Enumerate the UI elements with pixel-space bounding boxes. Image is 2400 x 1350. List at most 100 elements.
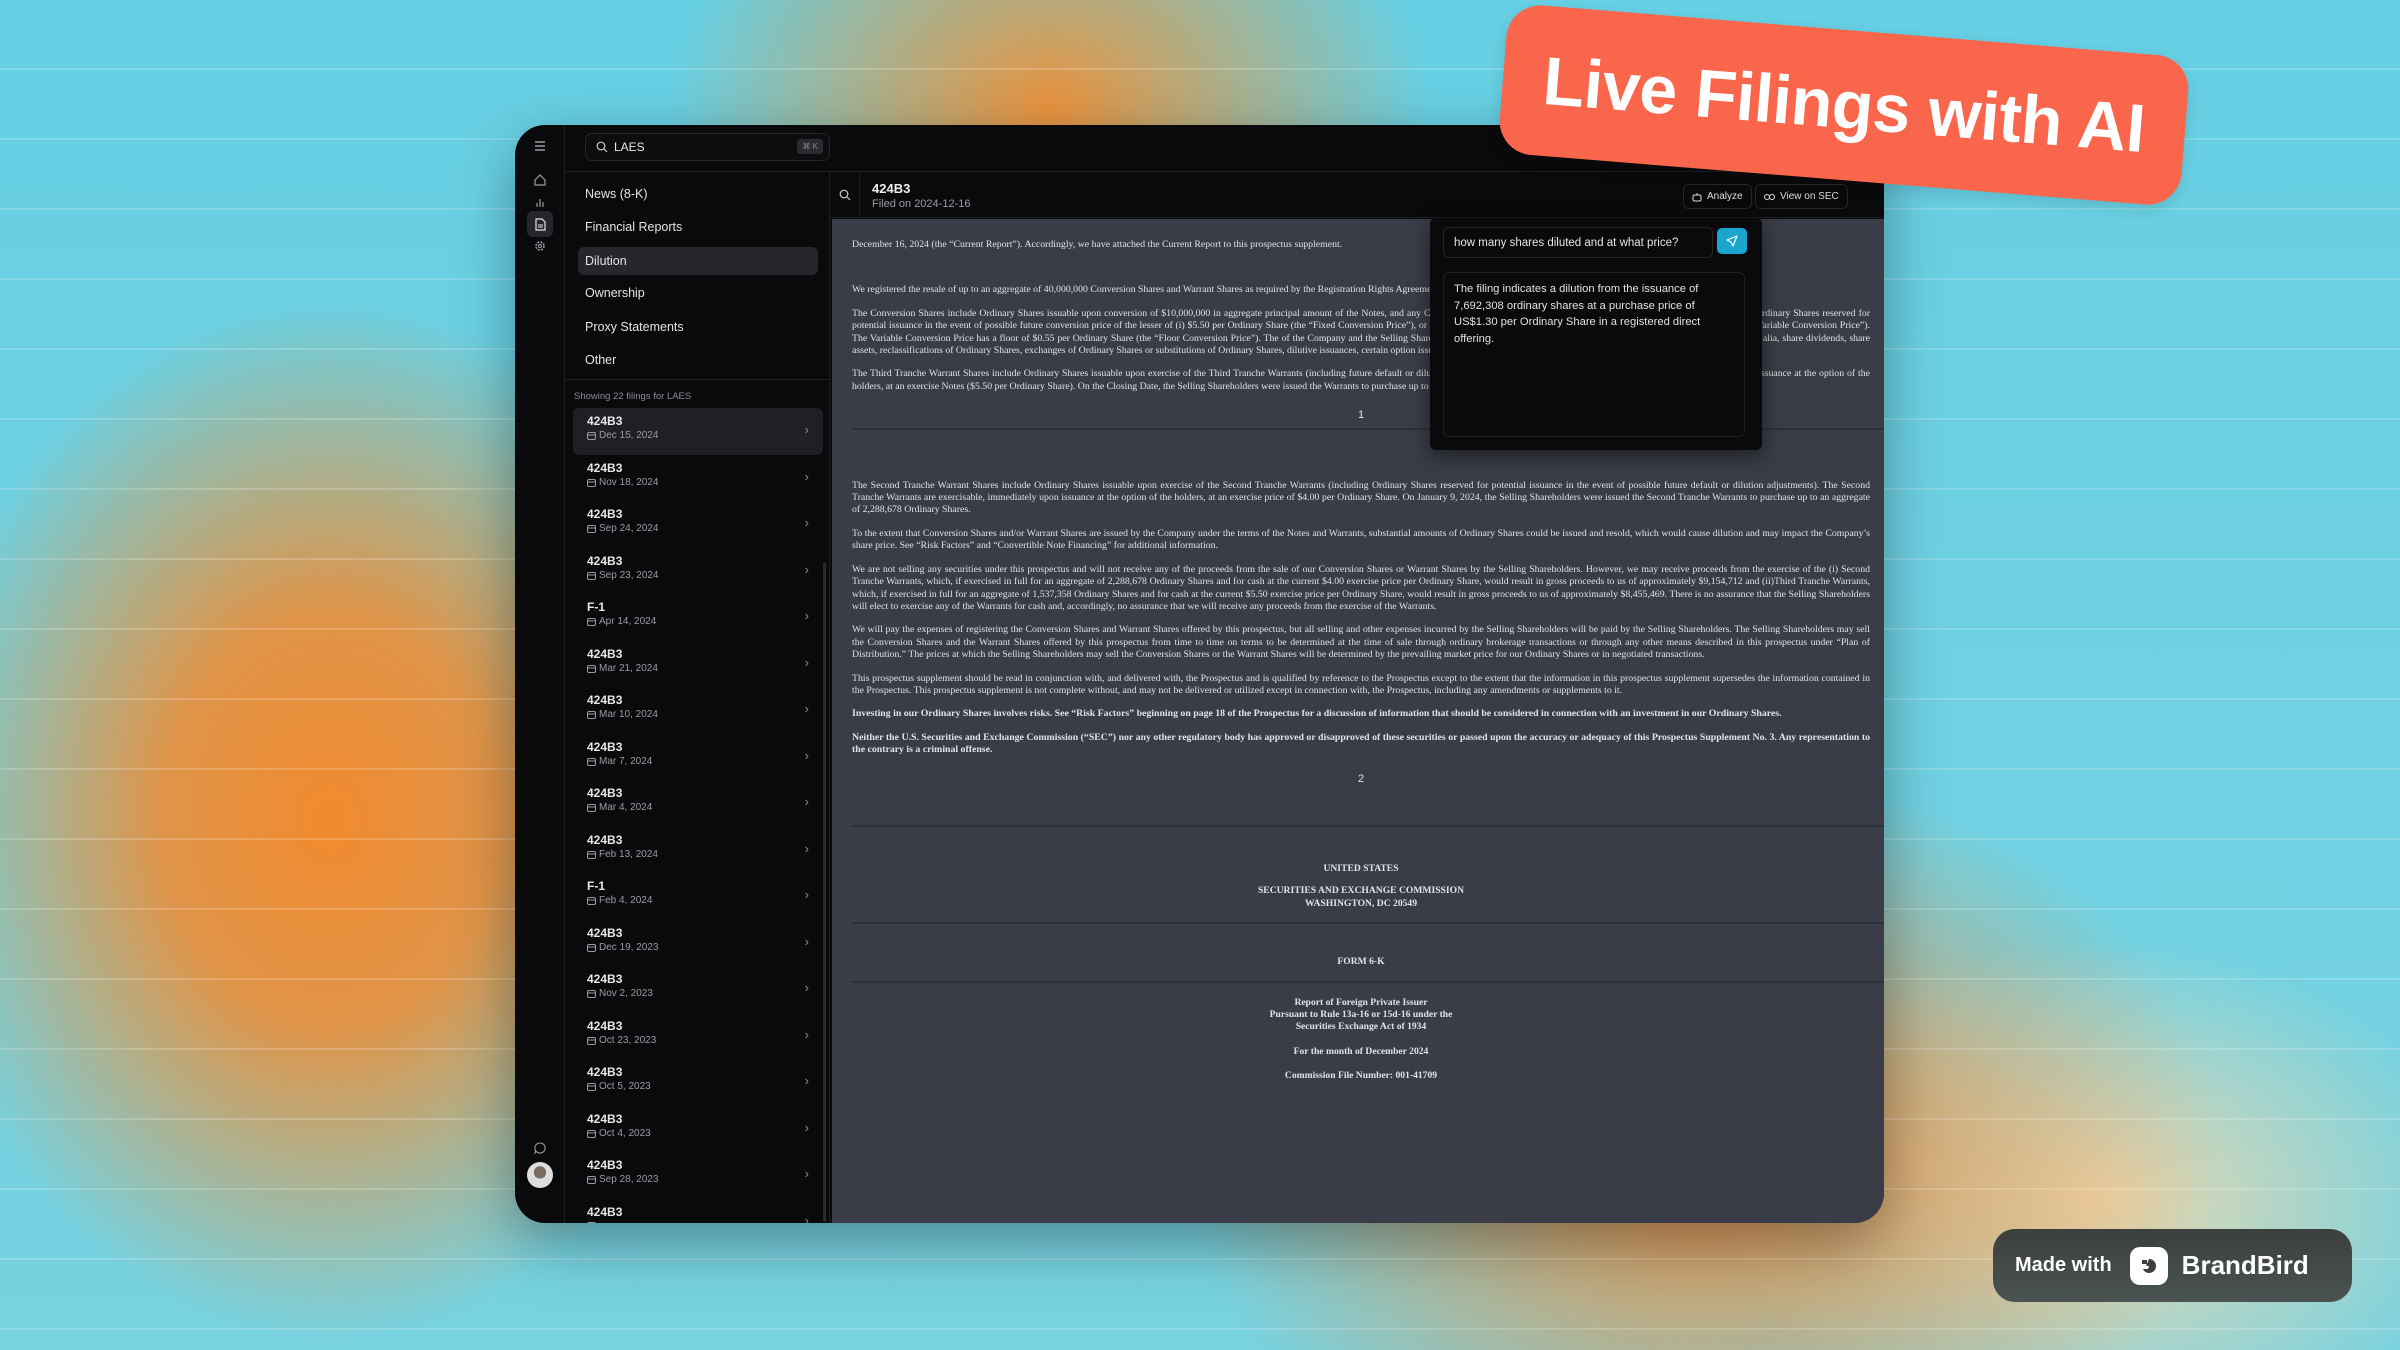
gear-icon[interactable] xyxy=(527,233,553,259)
calendar-icon xyxy=(587,943,596,952)
chevron-right-icon: › xyxy=(804,794,809,809)
doc-paragraph: To the extent that Conversion Shares and… xyxy=(852,527,1870,552)
filing-item[interactable]: 424B3 Mar 10, 2024 › xyxy=(573,687,823,734)
filing-type: 424B3 xyxy=(587,507,623,521)
view-on-sec-button[interactable]: View on SEC xyxy=(1755,184,1848,209)
filing-date-row: Mar 21, 2024 xyxy=(587,663,823,674)
filing-item[interactable]: F-1 Apr 14, 2024 › xyxy=(573,594,823,641)
cover-form: FORM 6-K xyxy=(1337,956,1385,968)
filing-item[interactable]: 424B3 Mar 4, 2024 › xyxy=(573,780,823,827)
brandbird-logo-icon xyxy=(2129,1246,2168,1285)
chevron-right-icon: › xyxy=(804,701,809,716)
nav-item-other[interactable]: Other xyxy=(578,346,818,374)
chevron-right-icon: › xyxy=(804,468,809,484)
send-button[interactable] xyxy=(1717,228,1747,254)
search-icon xyxy=(596,141,608,153)
chevron-right-icon: › xyxy=(804,840,809,856)
doc-paragraph: The Second Tranche Warrant Shares includ… xyxy=(852,479,1870,516)
cover-report: Securities Exchange Act of 1934 xyxy=(1295,1021,1427,1033)
filing-item[interactable]: 424B3 Nov 2, 2023 › xyxy=(573,966,823,1013)
nav-item-proxy-statements[interactable]: Proxy Statements xyxy=(578,313,818,341)
filing-item[interactable]: 424B3 Sep 28, 2023 › xyxy=(573,1152,823,1199)
filing-date: Sep 23, 2024 xyxy=(599,569,659,581)
filing-date: Feb 13, 2024 xyxy=(599,848,658,860)
cover-address: WASHINGTON, DC 20549 xyxy=(1304,897,1418,909)
filing-date-row: Oct 23, 2023 xyxy=(587,1035,823,1046)
filing-item[interactable]: 424B3 Oct 4, 2023 › xyxy=(573,1106,823,1153)
icon-rail xyxy=(515,125,565,1223)
chevron-right-icon: › xyxy=(804,1166,809,1181)
calendar-icon xyxy=(587,711,596,719)
menu-icon[interactable] xyxy=(527,133,553,159)
filing-date-row: Nov 18, 2024 xyxy=(587,477,823,488)
search-icon xyxy=(839,189,850,201)
badge-brand: BrandBird xyxy=(2181,1250,2309,1280)
filing-date: Oct 23, 2023 xyxy=(599,1034,657,1046)
filing-item[interactable]: 424B3 › xyxy=(573,1199,823,1223)
filing-type: 424B3 xyxy=(587,925,623,940)
filing-type: F-1 xyxy=(587,879,605,893)
filing-item[interactable]: 424B3 Feb 13, 2024 › xyxy=(573,827,823,874)
filing-type: 424B3 xyxy=(587,972,623,986)
chevron-right-icon: › xyxy=(804,747,809,763)
calendar-icon xyxy=(587,618,596,626)
nav-item-ownership[interactable]: Ownership xyxy=(578,279,818,307)
document-search-button[interactable] xyxy=(830,172,860,218)
nav-item-financial-reports[interactable]: Financial Reports xyxy=(578,213,818,241)
document-header: 424B3 Filed on 2024-12-16 Analyze View o… xyxy=(830,172,1884,218)
filing-date: Oct 5, 2023 xyxy=(599,1081,651,1092)
filing-type: 424B3 xyxy=(587,414,623,428)
category-nav: News (8-K) Financial Reports Dilution Ow… xyxy=(565,172,830,1223)
filing-date-row: Nov 2, 2023 xyxy=(587,988,823,999)
chevron-right-icon: › xyxy=(804,887,809,902)
chat-icon[interactable] xyxy=(527,1135,553,1161)
doc-paragraph: We are not selling any securities under … xyxy=(852,563,1870,612)
filing-item[interactable]: 424B3 Mar 7, 2024 › xyxy=(573,734,823,781)
avatar[interactable] xyxy=(527,1162,553,1188)
filing-date-row: Oct 5, 2023 xyxy=(587,1081,823,1092)
filing-item[interactable]: 424B3 Oct 23, 2023 › xyxy=(573,1013,823,1060)
filing-item[interactable]: 424B3 Nov 18, 2024 › xyxy=(573,455,823,502)
chevron-right-icon: › xyxy=(804,1119,809,1135)
filing-item[interactable]: 424B3 Sep 24, 2024 › xyxy=(573,501,823,548)
calendar-icon xyxy=(587,664,596,673)
filing-item[interactable]: 424B3 Sep 23, 2024 › xyxy=(573,548,823,595)
filing-item[interactable]: 424B3 Mar 21, 2024 › xyxy=(573,641,823,688)
chevron-right-icon: › xyxy=(804,1026,809,1042)
scrollbar[interactable] xyxy=(823,562,826,1222)
filing-type: 424B3 xyxy=(587,646,623,661)
filing-item[interactable]: F-1 Feb 4, 2024 › xyxy=(573,873,823,920)
filing-date: Feb 4, 2024 xyxy=(599,895,653,906)
chevron-right-icon: › xyxy=(804,561,809,577)
ai-question-input[interactable]: how many shares diluted and at what pric… xyxy=(1443,227,1713,258)
filing-date-row: Mar 4, 2024 xyxy=(587,802,823,813)
page-divider xyxy=(852,824,1884,827)
filing-date-row: Sep 24, 2024 xyxy=(587,523,823,534)
calendar-icon xyxy=(587,757,596,766)
doc-paragraph: We will pay the expenses of registering … xyxy=(852,624,1870,661)
filing-item[interactable]: 424B3 Dec 19, 2023 › xyxy=(573,920,823,967)
filing-date: Mar 21, 2024 xyxy=(599,662,658,674)
chevron-right-icon: › xyxy=(804,1073,809,1088)
made-with-badge[interactable]: Made with BrandBird xyxy=(1993,1229,2352,1302)
filing-date-row: Apr 14, 2024 xyxy=(587,616,823,627)
filing-type: 424B3 xyxy=(587,786,623,800)
chevron-right-icon: › xyxy=(804,933,809,949)
nav-item-news[interactable]: News (8-K) xyxy=(578,180,818,208)
filing-date: Apr 14, 2024 xyxy=(599,616,657,627)
calendar-icon xyxy=(587,1221,596,1223)
filing-date: Nov 18, 2024 xyxy=(599,476,659,488)
cover-country: UNITED STATES xyxy=(1323,862,1399,874)
nav-item-dilution[interactable]: Dilution xyxy=(578,247,818,275)
ai-analyze-popover: how many shares diluted and at what pric… xyxy=(1430,218,1762,450)
filing-type: 424B3 xyxy=(587,460,623,475)
search-input[interactable]: LAES ⌘ K xyxy=(585,133,830,161)
filing-item[interactable]: 424B3 Oct 5, 2023 › xyxy=(573,1059,823,1106)
send-icon xyxy=(1726,235,1738,247)
calendar-icon xyxy=(587,432,596,440)
filing-date-row: Oct 4, 2023 xyxy=(587,1128,823,1139)
chevron-right-icon: › xyxy=(804,654,809,670)
filing-item[interactable]: 424B3 Dec 15, 2024 › xyxy=(573,408,823,455)
analyze-button[interactable]: Analyze xyxy=(1683,184,1752,209)
doc-paragraph-bold: Neither the U.S. Securities and Exchange… xyxy=(852,731,1870,756)
